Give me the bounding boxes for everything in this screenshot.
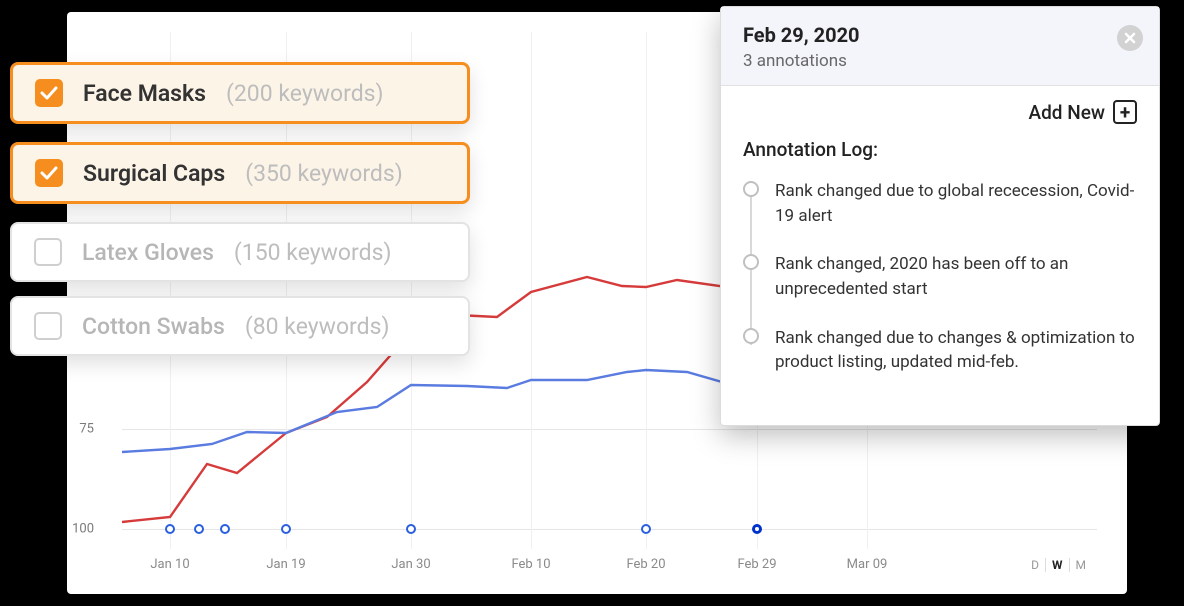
granularity-day[interactable]: D [1025,558,1046,572]
x-tick-label: Jan 19 [266,557,305,572]
legend-keywords: (350 keywords) [245,160,403,187]
gridline [646,32,647,549]
annotation-marker[interactable] [194,524,204,534]
timeline-dot-icon [743,328,759,344]
legend-keywords: (200 keywords) [226,80,384,107]
legend-label: Surgical Caps [83,160,225,187]
x-tick-label: Feb 10 [511,557,550,572]
granularity-month[interactable]: M [1070,558,1092,572]
annotation-text: Rank changed due to changes & optimizati… [775,326,1137,375]
legend-keywords: (150 keywords) [234,239,392,266]
x-tick-label: Feb 29 [737,557,776,572]
add-label: Add New [1029,101,1106,124]
annotation-count: 3 annotations [743,51,1137,71]
annotation-marker[interactable] [281,524,291,534]
checkbox-icon [35,159,63,187]
legend-latex-gloves[interactable]: Latex Gloves (150 keywords) [10,222,470,282]
checkbox-icon [34,238,62,266]
legend-surgical-caps[interactable]: Surgical Caps (350 keywords) [10,142,470,204]
checkbox-icon [34,312,62,340]
x-tick-label: Jan 30 [391,557,430,572]
legend-label: Face Masks [83,80,206,107]
legend-keywords: (80 keywords) [245,313,390,340]
series-surgical-caps [122,362,767,452]
legend-cotton-swabs[interactable]: Cotton Swabs (80 keywords) [10,296,470,356]
close-icon[interactable] [1117,25,1143,51]
checkbox-icon [35,79,63,107]
annotation-list: Rank changed due to global rececession, … [743,179,1137,375]
annotation-item[interactable]: Rank changed, 2020 has been off to an un… [743,252,1137,301]
gridline [122,429,1097,430]
annotation-text: Rank changed due to global rececession, … [775,179,1137,228]
annotation-body: Add New + Annotation Log: Rank changed d… [721,86,1159,425]
legend-label: Latex Gloves [82,239,214,266]
timeline-dot-icon [743,181,759,197]
annotation-log-title: Annotation Log: [743,138,1137,161]
gridline [531,32,532,549]
annotation-marker[interactable] [406,524,416,534]
x-tick-label: Feb 20 [626,557,665,572]
granularity-switch: D W M [1025,558,1092,572]
annotation-marker[interactable] [641,524,651,534]
timeline-dot-icon [743,254,759,270]
annotation-marker[interactable] [165,524,175,534]
legend-face-masks[interactable]: Face Masks (200 keywords) [10,62,470,124]
x-tick-label: Mar 09 [847,557,888,572]
annotation-marker[interactable] [220,524,230,534]
annotation-marker-active[interactable] [752,524,762,534]
legend-label: Cotton Swabs [82,313,225,340]
y-tick-label: 75 [79,422,94,437]
add-annotation-button[interactable]: Add New + [1029,100,1138,124]
y-tick-label: 100 [72,522,94,537]
annotation-date: Feb 29, 2020 [743,23,1137,47]
x-tick-label: Jan 10 [150,557,189,572]
annotation-header: Feb 29, 2020 3 annotations [721,7,1159,86]
annotation-item[interactable]: Rank changed due to changes & optimizati… [743,326,1137,375]
granularity-week[interactable]: W [1046,558,1070,572]
annotation-panel: Feb 29, 2020 3 annotations Add New + Ann… [720,6,1160,426]
annotation-item[interactable]: Rank changed due to global rececession, … [743,179,1137,228]
annotation-text: Rank changed, 2020 has been off to an un… [775,252,1137,301]
gridline [122,529,1097,530]
plus-icon: + [1113,100,1137,124]
